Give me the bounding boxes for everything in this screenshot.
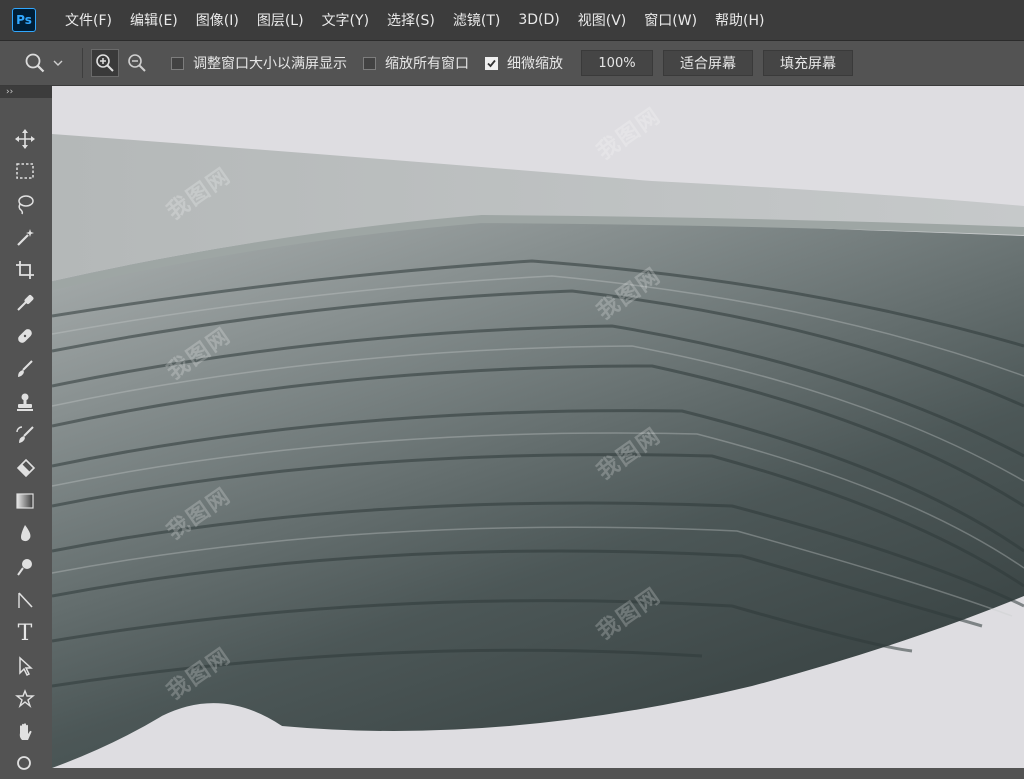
gradient-icon: [16, 493, 34, 509]
stamp-icon: [17, 393, 33, 411]
scrubby-zoom-checkbox[interactable]: [485, 56, 498, 70]
move-icon: [15, 129, 35, 149]
marquee-tool[interactable]: [10, 156, 40, 186]
zoom-all-windows-checkbox[interactable]: [363, 56, 376, 70]
arrow-cursor-icon: [19, 656, 33, 677]
menu-file[interactable]: 文件(F): [56, 0, 121, 40]
menu-bar: Ps 文件(F) 编辑(E) 图像(I) 图层(L) 文字(Y) 选择(S) 滤…: [0, 0, 1024, 41]
menu-type[interactable]: 文字(Y): [313, 0, 378, 40]
hand-tool[interactable]: [10, 717, 40, 747]
bandage-icon: [18, 329, 32, 343]
menu-edit[interactable]: 编辑(E): [121, 0, 187, 40]
menu-help[interactable]: 帮助(H): [706, 0, 773, 40]
menu-image[interactable]: 图像(I): [187, 0, 248, 40]
document-canvas[interactable]: 我图网 我图网 我图网 我图网 我图网 我图网 我图网 我图网: [52, 86, 1024, 768]
blur-tool[interactable]: [10, 519, 40, 549]
tools-panel: ›› T: [0, 86, 52, 770]
dodge-tool[interactable]: [10, 552, 40, 582]
resize-windows-label: 调整窗口大小以满屏显示: [193, 56, 347, 72]
shape-tool[interactable]: [10, 684, 40, 714]
zoom-out-button[interactable]: [123, 49, 151, 77]
fill-screen-button[interactable]: 填充屏幕: [763, 50, 853, 76]
scrubby-zoom-option[interactable]: 细微缩放: [485, 53, 563, 73]
tool-preset-picker[interactable]: [24, 52, 74, 74]
menu-window[interactable]: 窗口(W): [635, 0, 706, 40]
fit-screen-button[interactable]: 适合屏幕: [663, 50, 753, 76]
options-bar: 调整窗口大小以满屏显示 缩放所有窗口 细微缩放 100% 适合屏幕 填充屏幕: [0, 41, 1024, 86]
eyedropper-tool[interactable]: [10, 288, 40, 318]
zoom-icon: [25, 53, 45, 73]
brush-icon: [18, 360, 33, 377]
history-brush-tool[interactable]: [10, 420, 40, 450]
collapse-panel-button[interactable]: ››: [0, 86, 52, 98]
lasso-icon: [18, 195, 34, 215]
magic-wand-icon: [17, 229, 34, 246]
menu-filter[interactable]: 滤镜(T): [444, 0, 509, 40]
move-tool[interactable]: [10, 124, 40, 154]
gradient-tool[interactable]: [10, 486, 40, 516]
custom-shape-icon: [15, 689, 35, 709]
healing-brush-tool[interactable]: [10, 321, 40, 351]
zoom-in-icon: [96, 54, 114, 72]
resize-windows-checkbox[interactable]: [171, 56, 184, 70]
eyedropper-icon: [17, 295, 34, 311]
zoom-tool-icon: [17, 756, 31, 770]
zoom-all-windows-label: 缩放所有窗口: [385, 56, 469, 72]
zoom-tool[interactable]: [10, 749, 40, 779]
zoom-level-field[interactable]: 100%: [581, 50, 653, 76]
checkmark-icon: [487, 59, 496, 67]
clone-stamp-tool[interactable]: [10, 387, 40, 417]
scrubby-zoom-label: 细微缩放: [507, 56, 563, 72]
magic-wand-tool[interactable]: [10, 222, 40, 252]
rectangle-marquee-icon: [16, 163, 34, 179]
menu-select[interactable]: 选择(S): [378, 0, 444, 40]
eraser-tool[interactable]: [10, 453, 40, 483]
type-tool[interactable]: T: [10, 618, 40, 648]
crop-icon: [16, 261, 34, 279]
dodge-icon: [17, 559, 32, 576]
zoom-in-button[interactable]: [91, 49, 119, 77]
eraser-icon: [16, 458, 36, 478]
chevron-down-icon: [53, 60, 63, 66]
history-brush-icon: [16, 426, 34, 443]
blur-drop-icon: [21, 525, 31, 542]
zoom-all-windows-option[interactable]: 缩放所有窗口: [363, 53, 469, 73]
photoshop-logo[interactable]: Ps: [12, 8, 36, 32]
divider: [82, 48, 83, 78]
line-icon: [18, 592, 33, 608]
brush-tool[interactable]: [10, 354, 40, 384]
menu-view[interactable]: 视图(V): [569, 0, 636, 40]
pen-tool[interactable]: [10, 585, 40, 615]
menu-layer[interactable]: 图层(L): [248, 0, 313, 40]
resize-windows-option[interactable]: 调整窗口大小以满屏显示: [171, 53, 347, 73]
hand-icon: [19, 723, 32, 740]
menu-3d[interactable]: 3D(D): [509, 0, 568, 40]
crop-tool[interactable]: [10, 255, 40, 285]
lasso-tool[interactable]: [10, 189, 40, 219]
zoom-out-icon: [128, 54, 146, 72]
path-selection-tool[interactable]: [10, 651, 40, 681]
